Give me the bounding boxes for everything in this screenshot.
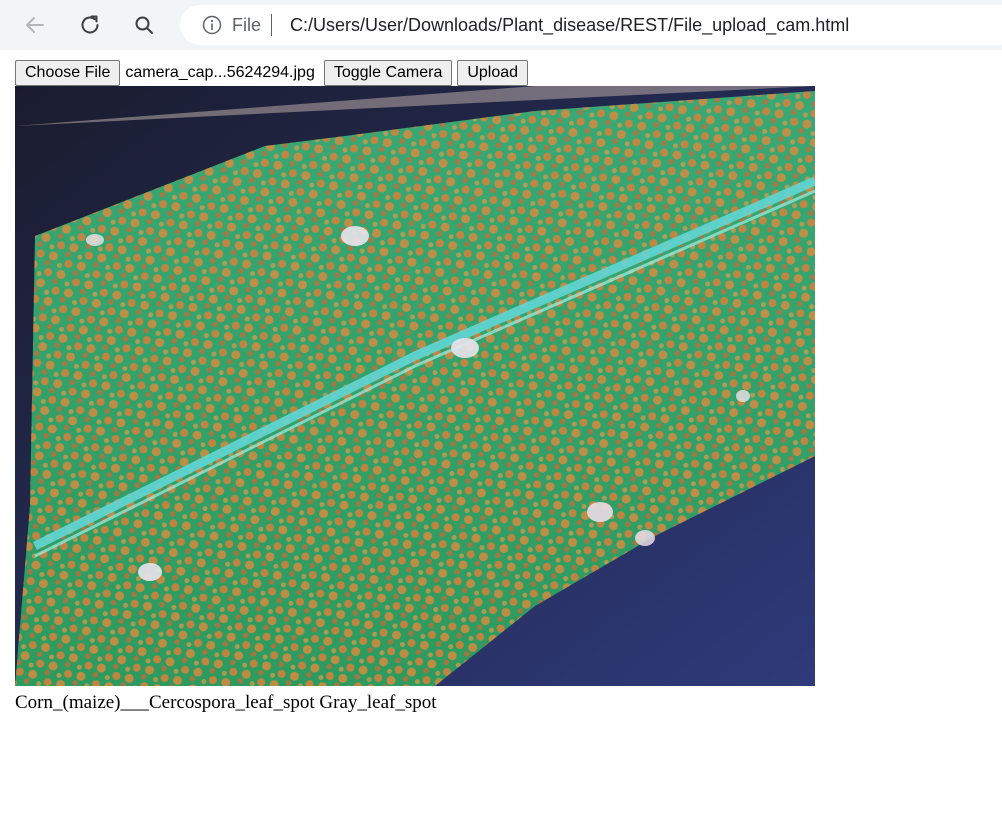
upload-button[interactable]: Upload [457, 59, 529, 86]
url-text[interactable]: C:/Users/User/Downloads/Plant_disease/RE… [290, 15, 849, 35]
toggle-camera-button[interactable]: Toggle Camera [323, 59, 453, 86]
choose-file-button[interactable]: Choose File [15, 59, 121, 86]
upload-form: Choose File camera_cap...5624294.jpg Tog… [15, 59, 529, 86]
back-button[interactable] [19, 9, 51, 41]
search-icon [135, 16, 153, 34]
arrow-left-icon [26, 17, 44, 33]
info-icon[interactable] [202, 15, 222, 35]
browser-toolbar: File C:/Users/User/Downloads/Plant_disea… [0, 0, 1002, 50]
prediction-result: Corn_(maize)___Cercospora_leaf_spot Gray… [15, 692, 437, 713]
selected-file-name: camera_cap...5624294.jpg [125, 63, 315, 81]
captured-image-preview [15, 86, 815, 686]
scheme-label: File [232, 15, 262, 35]
address-bar[interactable]: File C:/Users/User/Downloads/Plant_disea… [180, 5, 1002, 45]
reload-button[interactable] [74, 9, 106, 41]
search-button[interactable] [128, 9, 160, 41]
reload-icon [81, 15, 99, 34]
address-divider [271, 14, 272, 36]
